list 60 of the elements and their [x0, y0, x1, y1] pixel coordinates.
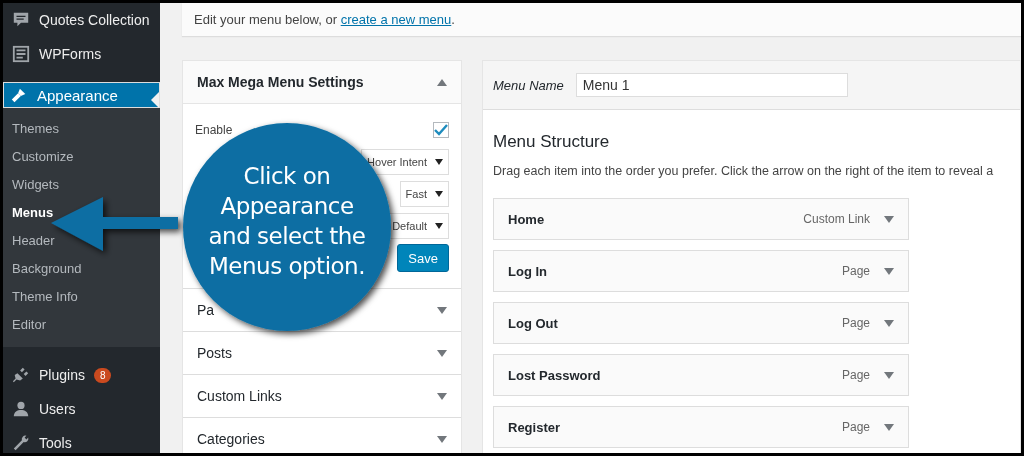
menu-item[interactable]: Log Out Page — [493, 302, 909, 344]
expand-arrow-icon[interactable] — [884, 371, 894, 379]
user-icon — [12, 400, 30, 418]
expand-arrow-icon[interactable] — [884, 319, 894, 327]
submenu-item[interactable]: Themes — [3, 115, 160, 143]
caret-icon — [435, 159, 443, 165]
section-heading: Menu Structure — [493, 132, 611, 152]
expand-arrow-icon[interactable] — [884, 215, 894, 223]
dropdown[interactable]: Hover Intent — [361, 149, 449, 175]
sidebar-item[interactable]: Plugins 8 — [3, 358, 160, 392]
dropdown[interactable]: Fast — [399, 181, 449, 207]
menu-item-title: Log In — [508, 263, 548, 279]
collapse-arrow-icon — [437, 78, 447, 86]
sidebar-item[interactable]: Users — [3, 392, 160, 426]
menu-item[interactable]: Lost Password Page — [493, 354, 909, 396]
sidebar-item[interactable]: Tools — [3, 426, 160, 453]
menu-item-type: Page — [841, 368, 870, 382]
callout-text: Click on — [243, 162, 331, 191]
expand-arrow-icon — [437, 435, 447, 443]
menu-item-title: Home — [508, 211, 546, 227]
menu-item-type: Page — [841, 420, 870, 434]
menu-item[interactable]: Log In Page — [493, 250, 909, 292]
menu-item[interactable]: Home Custom Link — [493, 198, 909, 240]
menu-item-type: Custom Link — [803, 212, 870, 226]
update-count-badge: 8 — [93, 367, 112, 383]
menu-item[interactable]: Register Page — [493, 406, 909, 448]
caret-icon — [435, 223, 443, 229]
submenu-item[interactable]: Customize — [3, 143, 160, 171]
menu-item-title: Lost Password — [508, 367, 602, 383]
expand-arrow-icon — [437, 392, 447, 400]
menu-item-type: Page — [841, 316, 870, 330]
sidebar-item[interactable]: WPForms — [3, 37, 160, 71]
form-icon — [12, 45, 30, 63]
menu-name-label: Menu Name — [493, 77, 564, 93]
expand-arrow-icon — [437, 306, 447, 314]
setting-label: Enable — [195, 123, 233, 137]
caret-icon — [435, 191, 443, 197]
submenu-item[interactable]: Theme Info — [3, 283, 160, 311]
callout-text: and select the — [208, 222, 366, 251]
expand-arrow-icon[interactable] — [884, 423, 894, 431]
menu-item-title: Register — [508, 419, 562, 435]
menu-name-field[interactable]: Menu 1 — [575, 73, 848, 97]
submenu-item[interactable]: Background — [3, 255, 160, 283]
callout-text: Appearance — [220, 192, 354, 221]
sidebar-item[interactable]: Appearance — [3, 82, 160, 108]
wrench-icon — [12, 434, 30, 452]
submenu-item[interactable]: Editor — [3, 311, 160, 339]
instructions-text: Drag each item into the order you prefer. Click the arrow on the right of the item to reveal a — [493, 164, 995, 178]
accordion-header[interactable]: Max Mega Menu Settings — [183, 61, 461, 104]
callout-text: Menus option. — [209, 252, 365, 281]
menu-item-type: Page — [841, 264, 870, 278]
expand-arrow-icon — [437, 349, 447, 357]
sidebar-item[interactable]: Quotes Collection — [3, 3, 160, 37]
save-button[interactable]: Save — [397, 244, 449, 272]
expand-arrow-icon[interactable] — [884, 267, 894, 275]
notice-text: Edit your menu below, or create a new menu. — [194, 12, 455, 27]
menu-item-title: Log Out — [508, 315, 559, 331]
speech-bubble-icon — [12, 11, 30, 29]
enable-checkbox[interactable] — [433, 122, 449, 138]
plug-icon — [12, 366, 30, 384]
